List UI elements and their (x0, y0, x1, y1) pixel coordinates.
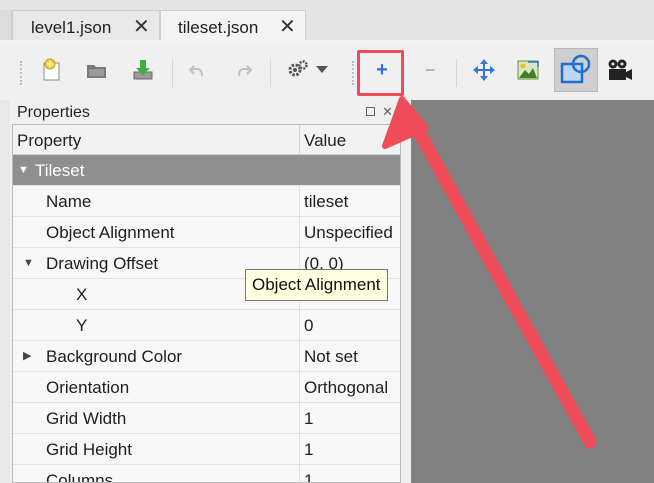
toolbar: + − (0, 44, 654, 100)
toolbar-separator (270, 59, 271, 87)
tooltip: Object Alignment (245, 269, 388, 301)
property-value[interactable]: tileset (304, 192, 348, 212)
property-row-grid-width[interactable]: Grid Width 1 (13, 403, 400, 434)
property-value[interactable]: Orthogonal (304, 378, 388, 398)
remove-tiles-button[interactable]: − (410, 50, 450, 90)
animation-editor-button[interactable] (600, 50, 640, 90)
settings-dropdown-button[interactable] (310, 50, 334, 90)
tab-level1[interactable]: level1.json ✕ (12, 10, 160, 44)
tab-bar: level1.json ✕ tileset.json ✕ (0, 0, 654, 44)
tab-tileset[interactable]: tileset.json ✕ (160, 10, 306, 44)
property-value[interactable]: Not set (304, 347, 358, 367)
save-button[interactable] (123, 50, 163, 90)
column-divider (299, 217, 300, 248)
new-file-button[interactable] (32, 50, 72, 90)
column-divider (299, 372, 300, 403)
property-name: Columns (46, 471, 114, 483)
property-row-y[interactable]: Y 0 (13, 310, 400, 341)
redo-button[interactable] (223, 50, 263, 90)
property-name: Object Alignment (46, 223, 175, 242)
collision-editor-icon (560, 54, 591, 84)
tab-label: level1.json (31, 17, 112, 37)
float-panel-icon[interactable] (366, 107, 375, 116)
column-divider[interactable] (299, 125, 300, 155)
animation-camera-icon (608, 59, 632, 80)
dropdown-arrow-icon (316, 66, 328, 73)
tiled-editor-window: level1.json ✕ tileset.json ✕ + − Propert… (0, 0, 654, 483)
property-row-columns[interactable]: Columns 1 (13, 465, 400, 483)
property-value[interactable]: 1 (304, 440, 313, 460)
property-name: Grid Height (46, 440, 132, 459)
new-file-icon (43, 58, 60, 81)
collapse-triangle-icon[interactable]: ▼ (23, 257, 34, 269)
property-name: Grid Width (46, 409, 127, 428)
image-edit-icon (517, 60, 539, 80)
column-divider (299, 465, 300, 482)
tab-bar-edge (0, 10, 12, 44)
property-row-orientation[interactable]: Orientation Orthogonal (13, 372, 400, 403)
property-name: Drawing Offset (46, 254, 159, 273)
move-arrows-icon (473, 59, 495, 81)
expand-triangle-icon[interactable]: ▶ (23, 349, 31, 362)
property-name: Orientation (46, 378, 130, 397)
property-value[interactable]: Unspecified (304, 223, 393, 243)
toolbar-separator (172, 59, 173, 87)
value-column-header[interactable]: Value (304, 131, 346, 151)
close-icon[interactable]: ✕ (279, 17, 296, 37)
property-name: Background Color (46, 347, 183, 366)
property-row-name[interactable]: Name tileset (13, 186, 400, 217)
undo-button[interactable] (178, 50, 218, 90)
property-name: X (76, 285, 88, 304)
open-folder-icon (87, 65, 106, 78)
property-row-background-color[interactable]: ▶ Background Color Not set (13, 341, 400, 372)
property-column-header[interactable]: Property (17, 131, 81, 151)
panel-title: Properties (17, 104, 90, 121)
edit-tileset-image-button[interactable] (508, 50, 548, 90)
column-divider (299, 434, 300, 465)
close-icon[interactable]: ✕ (133, 17, 150, 37)
save-download-icon (133, 60, 153, 80)
collapse-triangle-icon[interactable]: ▼ (18, 164, 29, 176)
property-table: Property Value ▼ Tileset Name tileset Ob… (12, 124, 401, 483)
column-divider (299, 310, 300, 341)
property-name: Y (76, 316, 88, 335)
property-table-header: Property Value (13, 125, 400, 155)
property-value[interactable]: 1 (304, 409, 313, 429)
column-divider (299, 403, 300, 434)
column-divider (299, 186, 300, 217)
undo-icon (188, 65, 203, 77)
panel-controls: ✕ (366, 104, 393, 120)
property-name: Name (46, 192, 92, 211)
property-name: Tileset (35, 161, 85, 180)
tileset-canvas[interactable] (411, 100, 654, 483)
property-value[interactable]: 0 (304, 316, 313, 336)
highlight-box (357, 50, 404, 96)
toolbar-separator (456, 59, 457, 87)
property-row-object-alignment[interactable]: Object Alignment Unspecified (13, 217, 400, 248)
toolbar-grip[interactable] (20, 61, 22, 85)
redo-icon (238, 65, 253, 77)
property-row-grid-height[interactable]: Grid Height 1 (13, 434, 400, 465)
remove-tiles-minus-icon: − (424, 59, 436, 80)
group-row-tileset[interactable]: ▼ Tileset (13, 155, 400, 186)
toolbar-grip[interactable] (352, 61, 354, 85)
rearrange-tiles-button[interactable] (464, 50, 504, 90)
settings-gears-icon (288, 60, 308, 77)
open-button[interactable] (77, 50, 117, 90)
property-value[interactable]: 1 (304, 471, 313, 482)
close-panel-icon[interactable]: ✕ (382, 104, 393, 119)
tab-label: tileset.json (178, 17, 259, 37)
collision-editor-button[interactable] (554, 48, 598, 92)
column-divider (299, 341, 300, 372)
